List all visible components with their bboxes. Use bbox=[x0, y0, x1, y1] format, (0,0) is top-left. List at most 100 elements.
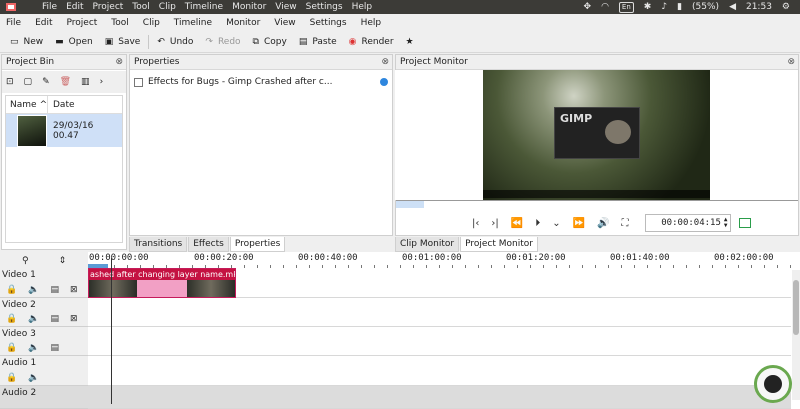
timecode-input[interactable]: 00:00:04:15 ▲ ▼ bbox=[644, 214, 731, 232]
scrollbar-thumb[interactable] bbox=[793, 280, 799, 335]
ruler-label: 00:00:00:00 bbox=[89, 253, 149, 263]
lock-icon[interactable]: 🔒 bbox=[6, 343, 17, 353]
menu-tool[interactable]: Tool bbox=[111, 18, 128, 28]
menu-file[interactable]: File bbox=[6, 18, 21, 28]
mute-audio-icon[interactable]: 🔈 bbox=[28, 285, 39, 295]
dropbox-icon[interactable]: ✥ bbox=[584, 2, 592, 12]
monitor-video-frame[interactable]: GIMP bbox=[483, 70, 710, 200]
sys-menu-tool[interactable]: Tool bbox=[132, 2, 149, 12]
track-lane-video-3[interactable] bbox=[88, 327, 791, 356]
close-icon[interactable]: ⊗ bbox=[787, 57, 795, 67]
clip-date: 29/03/16 00.47 bbox=[52, 120, 94, 141]
paste-button[interactable]: ▤ Paste bbox=[293, 32, 343, 52]
rewind-icon[interactable]: ⏪ bbox=[511, 218, 523, 229]
lock-icon[interactable]: 🔒 bbox=[6, 373, 17, 383]
wifi-icon[interactable]: ◠ bbox=[601, 2, 609, 12]
name-column-header[interactable]: Name ^ bbox=[6, 96, 48, 113]
add-clip-icon[interactable]: ⊡ bbox=[6, 77, 14, 87]
add-folder-icon[interactable]: ▢ bbox=[24, 77, 33, 87]
mute-audio-icon[interactable]: 🔈 bbox=[28, 343, 39, 353]
project-monitor-title: Project Monitor bbox=[400, 57, 468, 67]
save-button[interactable]: ▣ Save bbox=[99, 32, 147, 52]
forward-icon[interactable]: ⏩ bbox=[573, 218, 585, 229]
track-settings-icon[interactable]: ⚲ bbox=[22, 256, 29, 266]
power-gear-icon[interactable]: ⚙ bbox=[782, 2, 790, 12]
sys-menu-view[interactable]: View bbox=[275, 2, 296, 12]
sys-menu-file[interactable]: File bbox=[42, 2, 57, 12]
set-zone-out-icon[interactable]: ›| bbox=[491, 218, 498, 229]
sys-menu-project[interactable]: Project bbox=[93, 2, 124, 12]
more-chevron-icon[interactable]: › bbox=[100, 77, 104, 87]
close-icon[interactable]: ⊗ bbox=[381, 57, 389, 67]
menu-timeline[interactable]: Timeline bbox=[174, 18, 212, 28]
monitor-overlay-icon[interactable] bbox=[738, 218, 751, 228]
tab-project-monitor[interactable]: Project Monitor bbox=[460, 237, 538, 252]
date-column-header[interactable]: Date bbox=[48, 100, 75, 110]
composite-icon[interactable]: ⊠ bbox=[70, 285, 78, 295]
close-icon[interactable]: ⊗ bbox=[115, 57, 123, 67]
composite-icon[interactable]: ⊠ bbox=[70, 314, 78, 324]
tab-clip-monitor[interactable]: Clip Monitor bbox=[395, 237, 460, 252]
timecode-spinner-icon[interactable]: ▲ ▼ bbox=[724, 217, 728, 229]
menu-settings[interactable]: Settings bbox=[310, 18, 347, 28]
monitor-ruler[interactable] bbox=[396, 200, 798, 208]
menu-view[interactable]: View bbox=[274, 18, 295, 28]
lock-icon[interactable]: 🔒 bbox=[6, 285, 17, 295]
sys-menu-timeline[interactable]: Timeline bbox=[185, 2, 223, 12]
info-icon[interactable] bbox=[380, 78, 388, 86]
bluetooth-icon[interactable]: ✱ bbox=[644, 2, 652, 12]
timeline-playhead[interactable] bbox=[111, 258, 112, 404]
volume-icon[interactable]: ◀ bbox=[729, 2, 736, 12]
undo-button[interactable]: ↶ Undo bbox=[151, 32, 199, 52]
play-options-chevron-icon[interactable]: ⌄ bbox=[552, 218, 560, 229]
track-name: Audio 1 bbox=[2, 358, 37, 368]
clip-body bbox=[137, 280, 187, 297]
mute-audio-icon[interactable]: 🔈 bbox=[28, 373, 39, 383]
hide-video-icon[interactable]: ▤ bbox=[50, 314, 59, 324]
fullscreen-icon[interactable]: ⛶ bbox=[622, 218, 629, 229]
paste-icon: ▤ bbox=[298, 36, 308, 47]
tab-transitions[interactable]: Transitions bbox=[129, 237, 188, 252]
tab-properties[interactable]: Properties bbox=[229, 237, 286, 252]
sys-menu-edit[interactable]: Edit bbox=[66, 2, 83, 12]
lock-icon[interactable]: 🔒 bbox=[6, 314, 17, 324]
menu-monitor[interactable]: Monitor bbox=[226, 18, 260, 28]
volume-icon[interactable]: 🔊 bbox=[597, 218, 609, 229]
effect-enable-checkbox[interactable] bbox=[134, 77, 143, 87]
menu-help[interactable]: Help bbox=[361, 18, 382, 28]
mute-audio-icon[interactable]: 🔈 bbox=[28, 314, 39, 324]
track-lane-video-2[interactable] bbox=[88, 298, 791, 327]
battery-icon[interactable]: ▮ bbox=[677, 2, 682, 12]
sys-menu-monitor[interactable]: Monitor bbox=[232, 2, 266, 12]
set-zone-in-icon[interactable]: |‹ bbox=[472, 218, 479, 229]
track-lane-audio-2[interactable] bbox=[88, 386, 791, 409]
project-bin-item[interactable]: 29/03/16 00.47 bbox=[6, 114, 122, 147]
tab-effects[interactable]: Effects bbox=[188, 237, 229, 252]
menu-edit[interactable]: Edit bbox=[35, 18, 52, 28]
track-lane-audio-1[interactable] bbox=[88, 356, 791, 386]
render-button[interactable]: ◉ Render bbox=[343, 32, 400, 52]
menu-project[interactable]: Project bbox=[67, 18, 98, 28]
notification-bell-icon[interactable]: ♪ bbox=[661, 2, 667, 12]
play-icon[interactable]: ⏵ bbox=[535, 218, 540, 229]
sys-menu-help[interactable]: Help bbox=[352, 2, 373, 12]
hide-video-icon[interactable]: ▤ bbox=[50, 285, 59, 295]
new-button[interactable]: ▭ New bbox=[4, 32, 49, 52]
redo-button[interactable]: ↷ Redo bbox=[199, 32, 246, 52]
sys-menu-settings[interactable]: Settings bbox=[306, 2, 343, 12]
sys-menu-clip[interactable]: Clip bbox=[159, 2, 176, 12]
keyboard-layout[interactable]: En bbox=[618, 1, 634, 13]
view-mode-icon[interactable]: ▥ bbox=[81, 77, 90, 87]
menu-clip[interactable]: Clip bbox=[143, 18, 160, 28]
favorite-button[interactable]: ★ bbox=[400, 32, 420, 52]
clock[interactable]: 21:53 bbox=[746, 2, 772, 12]
timeline-vertical-scrollbar[interactable] bbox=[792, 270, 800, 400]
track-collapse-icon[interactable]: ⇕ bbox=[59, 256, 67, 266]
edit-clip-icon[interactable]: ✎ bbox=[42, 77, 50, 87]
kdenlive-icon bbox=[6, 3, 16, 11]
open-button[interactable]: ▬ Open bbox=[49, 32, 99, 52]
effect-row[interactable]: Effects for Bugs - Gimp Crashed after c.… bbox=[134, 75, 388, 89]
copy-button[interactable]: ⧉ Copy bbox=[247, 32, 293, 52]
hide-video-icon[interactable]: ▤ bbox=[50, 343, 59, 353]
delete-icon[interactable]: 🗑 bbox=[60, 77, 71, 87]
